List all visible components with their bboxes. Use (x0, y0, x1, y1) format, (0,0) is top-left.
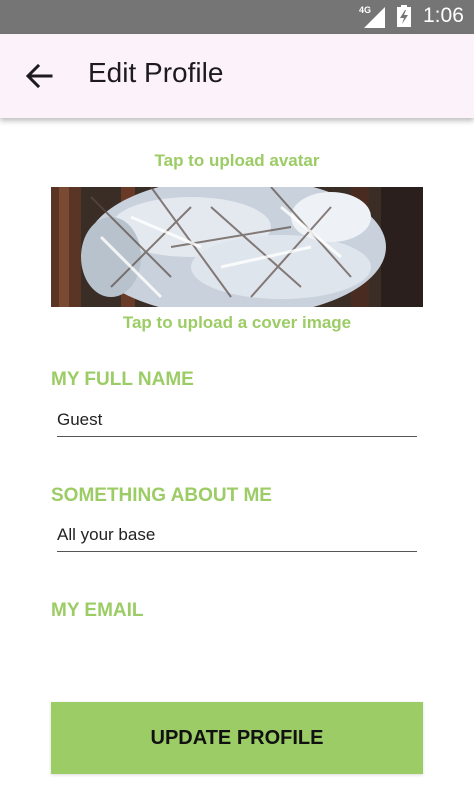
email-label: MY EMAIL (51, 600, 144, 621)
status-bar: 4G 1:06 (0, 0, 474, 34)
cover-image[interactable] (51, 187, 423, 307)
full-name-input[interactable] (57, 407, 417, 437)
upload-avatar-link[interactable]: Tap to upload avatar (0, 151, 474, 171)
clock: 1:06 (423, 4, 464, 27)
snowy-forest-image (51, 187, 423, 307)
full-name-label: MY FULL NAME (51, 369, 194, 390)
page-title: Edit Profile (88, 57, 224, 88)
update-profile-button[interactable]: UPDATE PROFILE (51, 702, 423, 774)
about-input[interactable] (57, 522, 417, 552)
app-bar: Edit Profile (0, 34, 474, 118)
about-label: SOMETHING ABOUT ME (51, 485, 272, 506)
arrow-back-icon[interactable] (21, 58, 57, 94)
upload-cover-link[interactable]: Tap to upload a cover image (0, 313, 474, 333)
battery-icon (397, 5, 411, 27)
signal-icon (364, 7, 385, 28)
